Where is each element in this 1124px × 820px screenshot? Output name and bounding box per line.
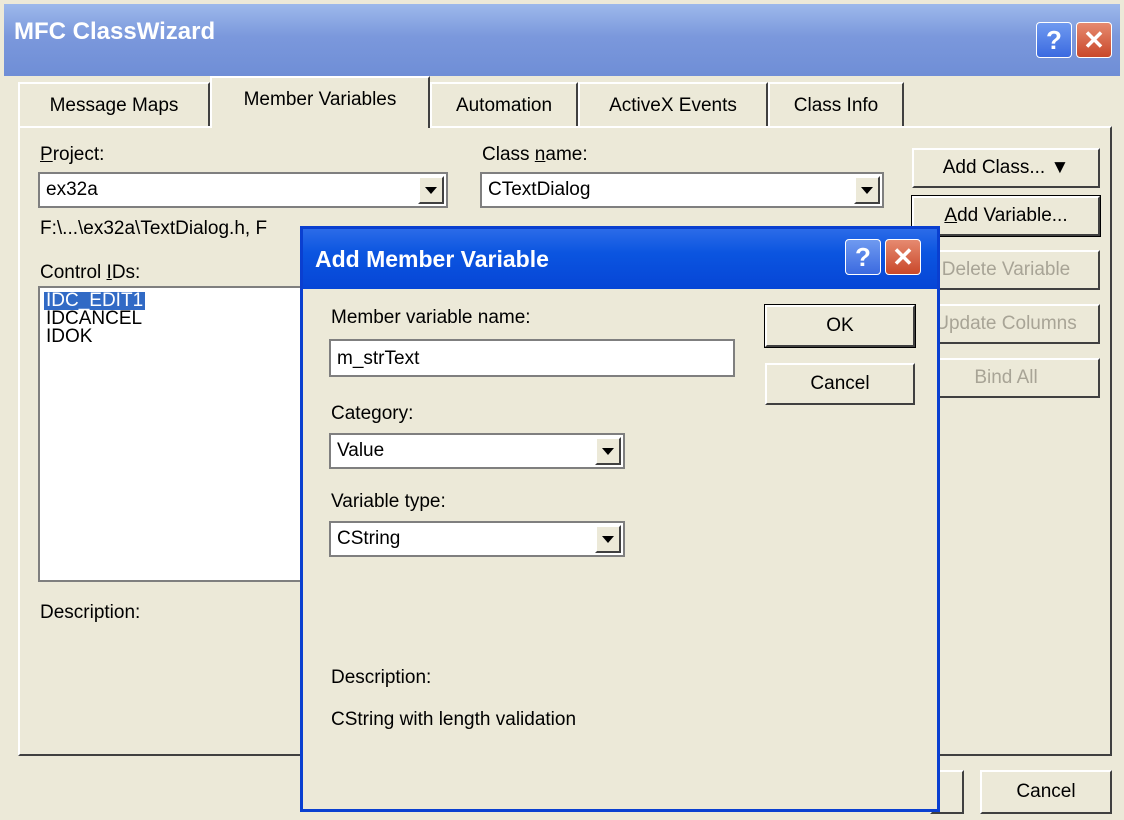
close-icon[interactable]: ✕	[1076, 22, 1112, 58]
dialog-title: Add Member Variable	[315, 246, 549, 272]
class-name-label: Class name:	[482, 144, 588, 165]
variable-type-value: CString	[337, 528, 401, 549]
cancel-button[interactable]: Cancel	[980, 770, 1112, 814]
title-bar: MFC ClassWizard ? ✕	[4, 4, 1120, 76]
update-columns-button[interactable]: Update Columns	[912, 304, 1100, 344]
control-ids-list[interactable]: IDC_EDIT1 IDCANCEL IDOK	[38, 286, 308, 582]
delete-variable-button[interactable]: Delete Variable	[912, 250, 1100, 290]
chevron-down-icon[interactable]	[854, 176, 880, 204]
chevron-down-icon[interactable]	[595, 525, 621, 553]
dialog-description-label: Description:	[331, 667, 432, 688]
control-ids-label: Control IDs:	[40, 262, 141, 283]
add-variable-button[interactable]: Add Variable...	[911, 195, 1101, 237]
help-icon[interactable]: ?	[1036, 22, 1072, 58]
cancel-button[interactable]: Cancel	[765, 363, 915, 405]
category-label: Category:	[331, 403, 414, 424]
tab-automation[interactable]: Automation	[430, 82, 578, 126]
ok-button[interactable]: OK	[764, 304, 916, 348]
project-value: ex32a	[46, 179, 98, 200]
class-name-value: CTextDialog	[488, 179, 591, 200]
close-icon[interactable]: ✕	[885, 239, 921, 275]
member-variable-name-input[interactable]: m_strText	[329, 339, 735, 377]
member-variable-name-value: m_strText	[337, 348, 420, 369]
category-combo[interactable]: Value	[329, 433, 625, 469]
dialog-title-bar: Add Member Variable ? ✕	[303, 229, 937, 289]
variable-type-label: Variable type:	[331, 491, 446, 512]
project-combo[interactable]: ex32a	[38, 172, 448, 208]
list-item[interactable]: IDOK	[46, 327, 92, 346]
dialog-description-text: CString with length validation	[331, 709, 577, 730]
file-path: F:\...\ex32a\TextDialog.h, F	[40, 218, 268, 239]
chevron-down-icon[interactable]	[595, 437, 621, 465]
tab-class-info[interactable]: Class Info	[768, 82, 904, 126]
member-variable-name-label: Member variable name:	[331, 307, 531, 328]
tab-message-maps[interactable]: Message Maps	[18, 82, 210, 126]
chevron-down-icon[interactable]	[418, 176, 444, 204]
add-class-button[interactable]: Add Class... ▼	[912, 148, 1100, 188]
description-label: Description:	[40, 602, 141, 623]
class-name-combo[interactable]: CTextDialog	[480, 172, 884, 208]
tab-activex-events[interactable]: ActiveX Events	[578, 82, 768, 126]
category-value: Value	[337, 440, 385, 461]
bind-all-button[interactable]: Bind All	[912, 358, 1100, 398]
project-label: Project:	[40, 144, 105, 165]
add-member-variable-dialog: Add Member Variable ? ✕ Member variable …	[300, 226, 940, 812]
window-title: MFC ClassWizard	[14, 18, 216, 45]
variable-type-combo[interactable]: CString	[329, 521, 625, 557]
help-icon[interactable]: ?	[845, 239, 881, 275]
tab-member-variables[interactable]: Member Variables	[210, 76, 430, 128]
